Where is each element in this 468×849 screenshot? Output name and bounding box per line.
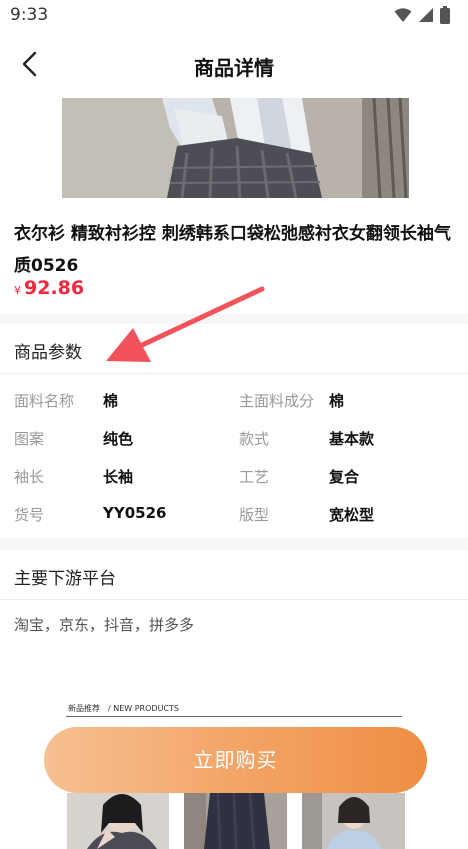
param-value: 宽松型	[329, 506, 375, 524]
param-value: 长袖	[103, 468, 134, 486]
param-value: 复合	[329, 468, 360, 486]
battery-icon	[440, 6, 450, 24]
product-thumbnail[interactable]	[302, 793, 405, 849]
param-row: 袖长 长袖 工艺 复合	[0, 456, 468, 494]
param-value: 棉	[329, 392, 345, 410]
section-divider	[0, 538, 468, 550]
params-section-header: 商品参数	[0, 324, 468, 374]
param-label: 款式	[239, 430, 270, 448]
nav-bar: 商品详情	[0, 30, 468, 98]
signal-icon	[419, 8, 433, 22]
new-products-thumbnails	[0, 793, 468, 849]
status-bar: 9:33	[0, 0, 468, 30]
param-value: 纯色	[103, 430, 134, 448]
platform-section-header: 主要下游平台	[0, 550, 468, 600]
status-time: 9:33	[10, 5, 49, 25]
platform-list-text: 淘宝，京东，抖音，拼多多	[14, 616, 195, 634]
param-label: 袖长	[14, 468, 45, 486]
product-photo	[62, 98, 409, 198]
param-label: 货号	[14, 506, 45, 524]
new-products-divider	[66, 716, 402, 717]
buy-now-button[interactable]: 立即购买	[44, 727, 427, 793]
param-label: 工艺	[239, 468, 270, 486]
param-label: 版型	[239, 506, 270, 524]
param-label: 图案	[14, 430, 45, 448]
new-products-label: 新品推荐 / NEW PRODUCTS	[68, 704, 179, 713]
currency-symbol: ¥	[14, 284, 21, 297]
product-price: ¥92.86	[14, 277, 84, 299]
param-value: 基本款	[329, 430, 375, 448]
section-divider	[0, 314, 468, 324]
product-image[interactable]	[62, 98, 409, 198]
product-title: 衣尔衫 精致衬衫控 刺绣韩系口袋松弛感衬衣女翻领长袖气质0526	[14, 224, 451, 276]
platform-section-title: 主要下游平台	[14, 569, 116, 589]
price-amount: 92.86	[24, 277, 85, 299]
page-title: 商品详情	[194, 56, 274, 80]
status-icons	[394, 6, 450, 24]
param-row: 货号 YY0526 版型 宽松型	[0, 494, 468, 532]
param-row: 图案 纯色 款式 基本款	[0, 418, 468, 456]
param-row: 面料名称 棉 主面料成分 棉	[0, 380, 468, 418]
params-section-title: 商品参数	[14, 343, 82, 363]
param-value: 棉	[103, 392, 119, 410]
param-value: YY0526	[103, 504, 167, 522]
product-thumbnail[interactable]	[67, 793, 169, 849]
param-label: 面料名称	[14, 392, 75, 410]
wifi-icon	[394, 8, 412, 22]
param-label: 主面料成分	[239, 392, 315, 410]
product-thumbnail[interactable]	[184, 793, 287, 849]
